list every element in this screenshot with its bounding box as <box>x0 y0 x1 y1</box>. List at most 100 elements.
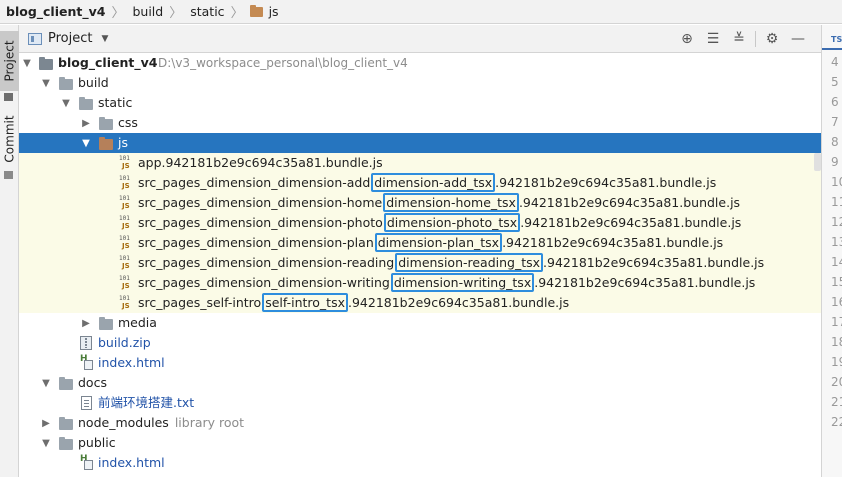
chevron-right-icon[interactable]: ▶ <box>39 413 53 433</box>
file-name-suffix: .942181b2e9c694c35a81.bundle.js <box>534 275 756 290</box>
breadcrumb-item-project[interactable]: blog_client_v4 <box>4 0 107 23</box>
highlight-box: dimension-home_tsx <box>383 193 519 212</box>
highlight-box: self-intro_tsx <box>262 293 348 312</box>
tree-row-js-file[interactable]: 101 JS src_pages_dimension_dimension-writ… <box>19 273 821 293</box>
highlight-box: dimension-plan_tsx <box>374 233 503 252</box>
js-file-icon: 101 JS <box>119 155 130 171</box>
project-icon <box>28 32 42 45</box>
commit-icon <box>4 171 13 179</box>
line-number: 17 <box>831 315 842 329</box>
tree-row-public-index[interactable]: H index.html <box>19 453 821 473</box>
html-file-icon: H <box>80 454 93 470</box>
toolbar-divider <box>755 31 756 47</box>
folder-icon <box>99 117 113 130</box>
breadcrumb-label: static <box>190 4 225 19</box>
tree-row-js-file[interactable]: 101 JS src_pages_self-intro self-intro_tsx… <box>19 293 821 313</box>
tree-row-js-file[interactable]: 101 JS src_pages_dimension_dimension-home… <box>19 193 821 213</box>
tree-label: build.zip <box>98 335 151 350</box>
highlight-box: dimension-photo_tsx <box>383 213 521 232</box>
collapse-all-icon[interactable]: ≚ <box>726 25 752 53</box>
project-tool-tab-label: Project <box>2 40 17 82</box>
tree-row-js-file[interactable]: 101 JS src_pages_dimension_dimension-read… <box>19 253 821 273</box>
chevron-down-icon[interactable]: ▼ <box>101 34 108 44</box>
file-name: src_pages_dimension_dimension-plan dimens… <box>138 233 724 252</box>
tree-label: 前端环境搭建.txt <box>98 395 195 410</box>
gear-icon[interactable]: ⚙ <box>759 25 785 53</box>
line-number: 8 <box>831 135 839 149</box>
tree-label: node_modules library root <box>78 415 244 431</box>
breadcrumb-item-js[interactable]: js <box>249 0 281 23</box>
line-number: 21 <box>831 395 842 409</box>
chevron-down-icon[interactable]: ▼ <box>39 373 53 393</box>
project-tool-tab[interactable]: Project <box>0 31 19 91</box>
chevron-right-icon[interactable]: ▶ <box>79 313 93 333</box>
chevron-right-icon: 〉 <box>169 6 183 21</box>
chevron-down-icon[interactable]: ▼ <box>39 73 53 93</box>
line-number: 4 <box>831 55 839 69</box>
line-number: 20 <box>831 375 842 389</box>
tree-row-doc-file[interactable]: 前端环境搭建.txt <box>19 393 821 413</box>
left-tool-strip: Project Commit <box>0 25 19 477</box>
highlight-box: dimension-add_tsx <box>371 173 496 192</box>
tree-label: public <box>78 435 116 450</box>
breadcrumb-item-static[interactable]: static <box>188 0 226 23</box>
project-panel-icon <box>4 93 13 101</box>
line-number: 14 <box>831 255 842 269</box>
text-file-icon <box>81 396 92 410</box>
tree-row-docs[interactable]: ▼ docs <box>19 373 821 393</box>
line-number: 10 <box>831 175 842 189</box>
editor-gutter: TS 4 5 6 7 8 9 10 11 12 13 14 15 16 17 1… <box>821 25 842 477</box>
tree-row-js-file[interactable]: 101 JS app.942181b2e9c694c35a81.bundle.js <box>19 153 821 173</box>
node-modules-label: node_modules <box>78 415 169 430</box>
scrollbar-thumb[interactable] <box>814 153 821 171</box>
editor-tab[interactable]: TS <box>822 35 842 50</box>
tree-label: blog_client_v4 <box>58 55 158 70</box>
commit-tool-tab-label: Commit <box>2 115 17 163</box>
tree-row-index-html[interactable]: H index.html <box>19 353 821 373</box>
file-name-suffix: .942181b2e9c694c35a81.bundle.js <box>495 175 717 190</box>
js-file-icon: 101 JS <box>119 295 130 311</box>
chevron-down-icon[interactable]: ▼ <box>79 133 93 153</box>
tree-row-media[interactable]: ▶ media <box>19 313 821 333</box>
breadcrumb-item-build[interactable]: build <box>130 0 165 23</box>
tree-row-js-file[interactable]: 101 JS src_pages_dimension_dimension-plan… <box>19 233 821 253</box>
file-name-suffix: .942181b2e9c694c35a81.bundle.js <box>502 235 724 250</box>
breadcrumb: blog_client_v4 〉 build 〉 static 〉 js <box>0 0 842 24</box>
chevron-right-icon[interactable]: ▶ <box>79 113 93 133</box>
tree-row-node-modules[interactable]: ▶ node_modules library root <box>19 413 821 433</box>
tree-label: static <box>98 95 133 110</box>
hide-icon[interactable]: — <box>785 25 811 53</box>
chevron-down-icon[interactable]: ▼ <box>39 433 53 453</box>
file-name: src_pages_dimension_dimension-add dimensi… <box>138 173 717 192</box>
js-file-icon: 101 JS <box>119 255 130 271</box>
tree-row-js-file[interactable]: 101 JS src_pages_dimension_dimension-phot… <box>19 213 821 233</box>
commit-tool-tab[interactable]: Commit <box>0 111 19 167</box>
chevron-down-icon[interactable]: ▼ <box>59 93 73 113</box>
tree-row-public[interactable]: ▼ public <box>19 433 821 453</box>
breadcrumb-label: blog_client_v4 <box>6 4 106 19</box>
js-file-icon: 101 JS <box>119 195 130 211</box>
line-number: 11 <box>831 195 842 209</box>
tree-row-build-zip[interactable]: build.zip <box>19 333 821 353</box>
tree-label: build <box>78 75 109 90</box>
tree-row-static[interactable]: ▼ static <box>19 93 821 113</box>
folder-icon <box>59 77 73 90</box>
tree-row-js-file[interactable]: 101 JS src_pages_dimension_dimension-add d… <box>19 173 821 193</box>
tree-row-css[interactable]: ▶ css <box>19 113 821 133</box>
chevron-down-icon[interactable]: ▼ <box>20 53 34 73</box>
tree-row-js[interactable]: ▼ js <box>19 133 821 153</box>
expand-all-icon[interactable]: ☰ <box>700 25 726 53</box>
panel-title[interactable]: Project <box>48 31 92 46</box>
file-name: src_pages_dimension_dimension-writing dim… <box>138 273 756 292</box>
locate-icon[interactable]: ⊕ <box>674 25 700 53</box>
line-number: 5 <box>831 75 839 89</box>
project-tree: ▼ blog_client_v4 D:\v3_workspace_persona… <box>19 53 821 477</box>
tree-row-build[interactable]: ▼ build <box>19 73 821 93</box>
file-name-prefix: src_pages_dimension_dimension-photo <box>138 215 383 230</box>
line-number: 12 <box>831 215 842 229</box>
library-root-hint: library root <box>174 415 245 430</box>
tree-row-root[interactable]: ▼ blog_client_v4 D:\v3_workspace_persona… <box>19 53 821 73</box>
html-file-icon: H <box>80 354 93 370</box>
zip-file-icon <box>80 336 92 350</box>
line-number: 19 <box>831 355 842 369</box>
